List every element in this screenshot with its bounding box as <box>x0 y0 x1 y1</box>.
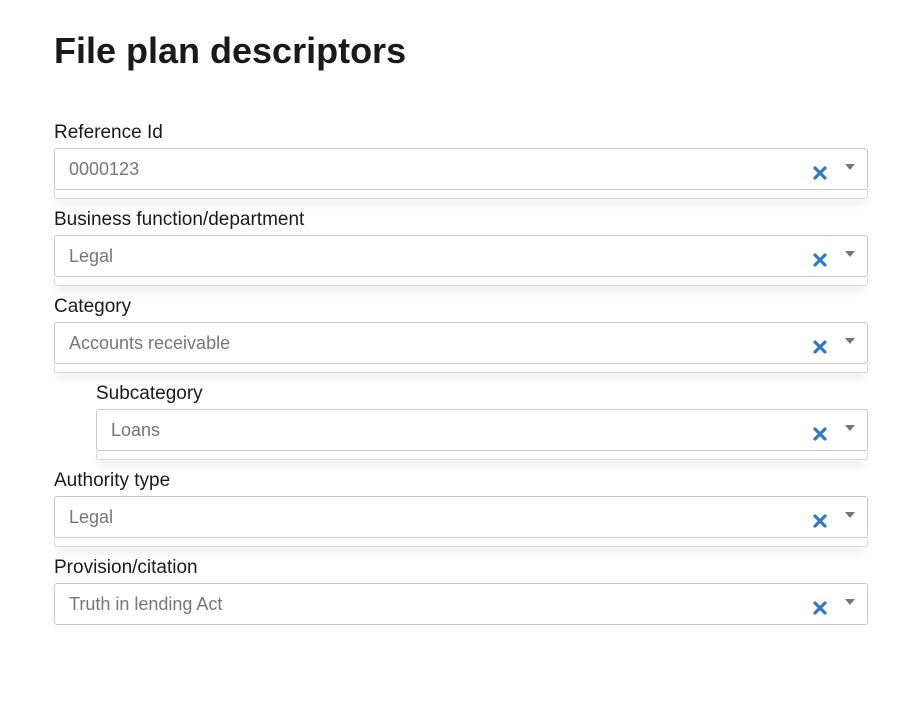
clear-reference-id-button[interactable] <box>811 165 829 183</box>
close-icon <box>812 252 828 271</box>
underbar <box>96 451 868 460</box>
chevron-down-icon <box>845 506 855 521</box>
page-title: File plan descriptors <box>54 30 868 72</box>
field-reference-id: Reference Id 0000123 <box>54 122 868 199</box>
combo-provision-value: Truth in lending Act <box>69 594 793 615</box>
field-category: Category Accounts receivable <box>54 296 868 373</box>
field-business-function: Business function/department Legal <box>54 209 868 286</box>
close-icon <box>812 165 828 184</box>
field-provision: Provision/citation Truth in lending Act <box>54 557 868 625</box>
combo-provision[interactable]: Truth in lending Act <box>54 583 868 625</box>
combo-category-value: Accounts receivable <box>69 333 793 354</box>
combo-business-function-value: Legal <box>69 246 793 267</box>
dropdown-authority-type-button[interactable] <box>841 504 859 522</box>
combo-business-function[interactable]: Legal <box>54 235 868 277</box>
field-subcategory: Subcategory Loans <box>96 383 868 460</box>
underbar <box>54 364 868 373</box>
label-authority-type: Authority type <box>54 470 868 492</box>
close-icon <box>812 513 828 532</box>
chevron-down-icon <box>845 158 855 173</box>
combo-reference-id-value: 0000123 <box>69 159 793 180</box>
dropdown-provision-button[interactable] <box>841 591 859 609</box>
close-icon <box>812 600 828 619</box>
chevron-down-icon <box>845 245 855 260</box>
underbar <box>54 190 868 199</box>
chevron-down-icon <box>845 419 855 434</box>
combo-subcategory-value: Loans <box>111 420 793 441</box>
label-business-function: Business function/department <box>54 209 868 231</box>
underbar <box>54 538 868 547</box>
close-icon <box>812 426 828 445</box>
dropdown-subcategory-button[interactable] <box>841 417 859 435</box>
combo-reference-id[interactable]: 0000123 <box>54 148 868 190</box>
field-authority-type: Authority type Legal <box>54 470 868 547</box>
chevron-down-icon <box>845 332 855 347</box>
dropdown-reference-id-button[interactable] <box>841 156 859 174</box>
close-icon <box>812 339 828 358</box>
dropdown-category-button[interactable] <box>841 330 859 348</box>
label-subcategory: Subcategory <box>96 383 868 405</box>
underbar <box>54 277 868 286</box>
combo-category[interactable]: Accounts receivable <box>54 322 868 364</box>
combo-subcategory[interactable]: Loans <box>96 409 868 451</box>
dropdown-business-function-button[interactable] <box>841 243 859 261</box>
combo-authority-type-value: Legal <box>69 507 793 528</box>
chevron-down-icon <box>845 593 855 608</box>
clear-authority-type-button[interactable] <box>811 513 829 531</box>
label-reference-id: Reference Id <box>54 122 868 144</box>
combo-authority-type[interactable]: Legal <box>54 496 868 538</box>
label-category: Category <box>54 296 868 318</box>
label-provision: Provision/citation <box>54 557 868 579</box>
clear-provision-button[interactable] <box>811 600 829 618</box>
clear-business-function-button[interactable] <box>811 252 829 270</box>
clear-category-button[interactable] <box>811 339 829 357</box>
clear-subcategory-button[interactable] <box>811 426 829 444</box>
